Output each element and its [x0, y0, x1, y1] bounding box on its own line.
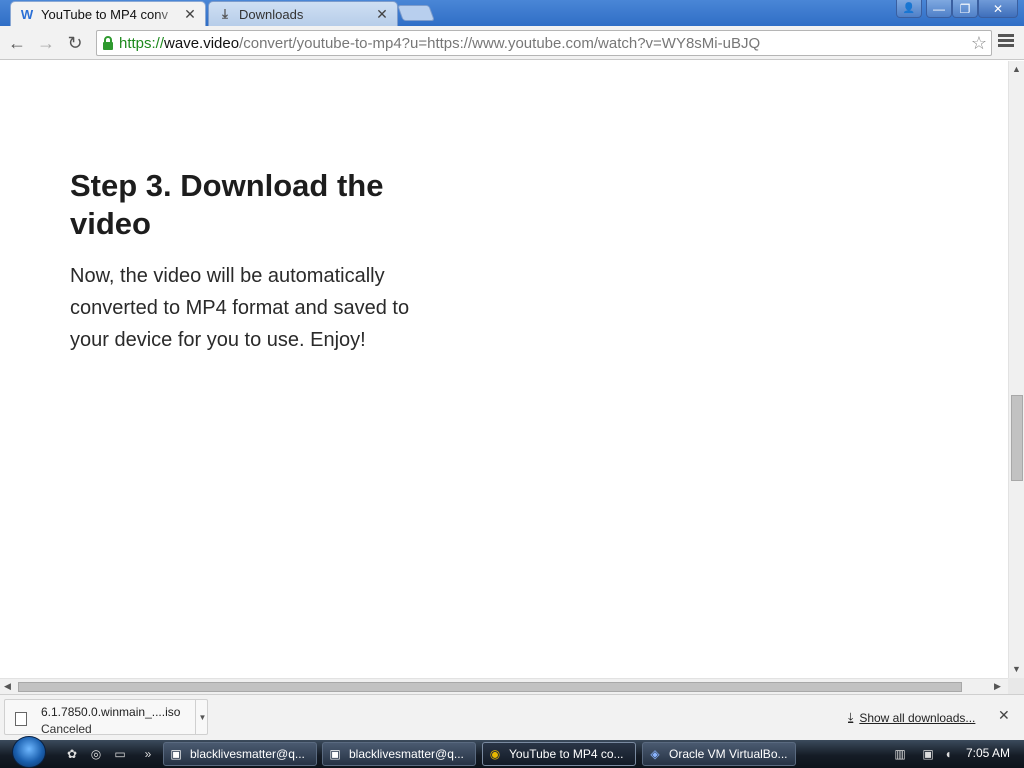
- address-bar[interactable]: https://wave.video/convert/youtube-to-mp…: [96, 30, 992, 56]
- url-scheme: https://: [119, 34, 165, 52]
- taskbar-item[interactable]: ◈ Oracle VM VirtualBo...: [642, 742, 796, 766]
- forward-arrow-icon: →: [37, 32, 55, 53]
- close-icon: ✕: [992, 1, 1004, 16]
- minimize-icon: —: [933, 1, 945, 16]
- show-desktop-icon[interactable]: ▭: [112, 746, 128, 762]
- taskbar-item-label: blacklivesmatter@q...: [190, 747, 305, 761]
- url-host: wave.video: [164, 34, 240, 52]
- step-3-heading: Step 3. Download the video: [70, 168, 384, 241]
- show-all-downloads-label: Show all downloads...: [859, 710, 976, 725]
- scroll-left-arrow-icon[interactable]: ◀: [4, 681, 11, 692]
- new-tab-button[interactable]: [397, 5, 435, 21]
- download-status: Canceled: [41, 722, 92, 736]
- scroll-right-arrow-icon[interactable]: ▶: [994, 681, 1001, 692]
- tab-youtube-to-mp4[interactable]: W YouTube to MP4 conv ✕: [10, 1, 206, 26]
- download-filename: 6.1.7850.0.winmain_....iso: [41, 705, 181, 719]
- minimize-button[interactable]: —: [926, 0, 952, 18]
- browser-toolbar: ← → ↻ https://wave.video/convert/youtube…: [0, 26, 1024, 60]
- user-profile-button[interactable]: 👤: [896, 0, 922, 18]
- system-clock[interactable]: 7:05 AM: [966, 746, 1010, 760]
- tab-downloads[interactable]: ⤓ Downloads ✕: [208, 1, 398, 26]
- close-download-shelf-icon[interactable]: ✕: [998, 707, 1010, 724]
- network-icon[interactable]: ▣: [920, 746, 936, 762]
- forward-button[interactable]: →: [34, 31, 58, 55]
- reload-icon: ↻: [67, 32, 83, 53]
- back-button[interactable]: ←: [5, 31, 29, 55]
- vertical-scrollbar[interactable]: ▲ ▼: [1008, 61, 1024, 678]
- download-icon: ⤓: [222, 6, 228, 21]
- windows-taskbar: ✿ ◎ ▭ » ▣ blacklivesmatter@q... ▣ blackl…: [0, 740, 1024, 768]
- close-tab-icon[interactable]: ✕: [183, 6, 197, 23]
- show-all-downloads-link[interactable]: ⤓ Show all downloads...: [848, 710, 975, 725]
- tray-app-icon[interactable]: ▥: [892, 746, 908, 762]
- menu-bar: [998, 44, 1014, 47]
- reload-button[interactable]: ↻: [63, 31, 87, 55]
- start-button[interactable]: [12, 736, 46, 768]
- chrome-icon: ◉: [489, 747, 501, 761]
- vertical-scroll-thumb[interactable]: [1011, 395, 1023, 481]
- scroll-down-arrow-icon[interactable]: ▼: [1012, 664, 1021, 674]
- taskbar-item-label: blacklivesmatter@q...: [349, 747, 464, 761]
- volume-icon[interactable]: ◖: [940, 746, 956, 762]
- restore-button[interactable]: ❐: [952, 0, 978, 18]
- taskbar-item[interactable]: ▣ blacklivesmatter@q...: [163, 742, 317, 766]
- url-path: /convert/youtube-to-mp4?u=https://www.yo…: [239, 34, 761, 52]
- file-icon: [15, 712, 27, 726]
- quicklaunch-browser-icon[interactable]: ◎: [88, 746, 104, 762]
- chrome-menu-button[interactable]: [998, 34, 1014, 50]
- horizontal-scroll-thumb[interactable]: [18, 682, 962, 692]
- horizontal-scrollbar[interactable]: ◀ ▶: [0, 678, 1008, 694]
- url-text: https://wave.video/convert/youtube-to-mp…: [119, 35, 760, 52]
- step-3-description: Now, the video will be automatically con…: [70, 265, 410, 351]
- download-icon: ⤓: [848, 710, 854, 724]
- wave-video-favicon-icon: W: [20, 6, 34, 22]
- window-app-icon: ▣: [170, 747, 182, 761]
- restore-icon: ❐: [959, 1, 971, 16]
- bookmark-star-icon[interactable]: ☆: [971, 33, 987, 54]
- taskbar-item-active[interactable]: ◉ YouTube to MP4 co...: [482, 742, 636, 766]
- scroll-up-arrow-icon[interactable]: ▲: [1012, 64, 1021, 74]
- download-options-chevron-icon[interactable]: ▼: [195, 700, 209, 734]
- download-item[interactable]: 6.1.7850.0.winmain_....iso Canceled ▼: [4, 699, 209, 736]
- page-viewport: Step 3. Download the video Now, the vide…: [0, 61, 1008, 678]
- download-shelf: 6.1.7850.0.winmain_....iso Canceled ▼ ⤓ …: [0, 694, 1024, 740]
- virtualbox-icon: ◈: [650, 747, 660, 761]
- window-app-icon: ▣: [329, 747, 341, 761]
- tab-strip: W YouTube to MP4 conv ✕ ⤓ Downloads ✕ 👤 …: [0, 0, 1024, 26]
- quicklaunch-app-icon[interactable]: ✿: [64, 746, 80, 762]
- quicklaunch-more-icon[interactable]: »: [140, 746, 156, 762]
- taskbar-item-label: YouTube to MP4 co...: [509, 747, 624, 761]
- menu-bar: [998, 39, 1014, 42]
- close-tab-icon[interactable]: ✕: [375, 6, 389, 23]
- close-window-button[interactable]: ✕: [978, 0, 1018, 18]
- scrollbar-corner: [1008, 678, 1024, 694]
- tab-title: YouTube to MP4 conv: [41, 6, 168, 22]
- menu-bar: [998, 34, 1014, 37]
- tab-title: Downloads: [239, 6, 304, 22]
- lock-icon: [97, 36, 119, 50]
- back-arrow-icon: ←: [8, 32, 26, 53]
- user-icon: 👤: [902, 3, 916, 14]
- taskbar-item[interactable]: ▣ blacklivesmatter@q...: [322, 742, 476, 766]
- taskbar-item-label: Oracle VM VirtualBo...: [669, 747, 788, 761]
